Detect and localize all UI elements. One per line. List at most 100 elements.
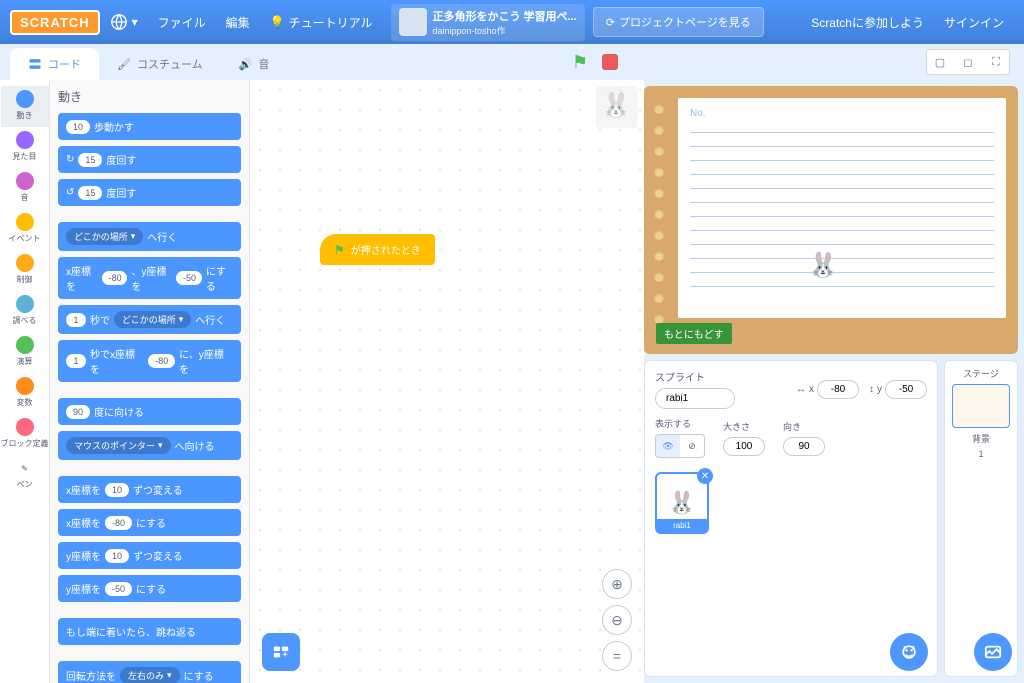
file-menu[interactable]: ファイル: [148, 0, 216, 44]
size-input[interactable]: [723, 437, 765, 456]
block-change-y[interactable]: y座標を10ずつ変える: [58, 542, 241, 569]
extension-button[interactable]: [262, 633, 300, 671]
category-sensing[interactable]: 調べる: [1, 291, 49, 332]
tutorials-menu[interactable]: 💡 チュートリアル: [260, 0, 383, 44]
sound-icon: 🔊: [239, 58, 253, 71]
block-turn-cw[interactable]: ↻15度回す: [58, 146, 241, 173]
category-looks[interactable]: 見た目: [1, 127, 49, 168]
category-myblocks[interactable]: ブロック定義: [1, 414, 49, 455]
lightbulb-icon: 💡: [270, 15, 285, 29]
block-palette: 動き 10歩動かす ↻15度回す ↺15度回す どこかの場所 ▾へ行く x座標を…: [50, 80, 250, 683]
zoom-in-button[interactable]: ⊕: [602, 569, 632, 599]
hide-button[interactable]: ⊘: [680, 435, 704, 457]
direction-label: 向き: [783, 420, 801, 433]
x-coord: ↔ x: [796, 380, 859, 399]
cw-icon: ↻: [66, 154, 74, 165]
paper-no-label: No.: [690, 108, 994, 119]
remix-icon: ⟳: [606, 16, 615, 29]
add-backdrop-button[interactable]: [974, 633, 1012, 671]
block-set-x[interactable]: x座標を-80にする: [58, 509, 241, 536]
palette-header: 動き: [58, 88, 241, 105]
category-sound[interactable]: 音: [1, 168, 49, 209]
scratch-logo[interactable]: SCRATCH: [10, 10, 100, 35]
stage-thumbnail[interactable]: [952, 384, 1010, 428]
brush-icon: 🖌: [117, 58, 131, 71]
block-goto[interactable]: どこかの場所 ▾へ行く: [58, 222, 241, 251]
size-label: 大きさ: [723, 420, 750, 433]
stage-label: ステージ: [963, 367, 999, 380]
stage-large-button[interactable]: ◻: [955, 50, 981, 74]
project-title-text: 正多角形をかこう 学習用ペ...: [433, 8, 577, 24]
block-goto-xy[interactable]: x座標を-80、y座標を-50にする: [58, 257, 241, 299]
block-move-steps[interactable]: 10歩動かす: [58, 113, 241, 140]
category-pen[interactable]: ✎ペン: [1, 455, 49, 496]
category-control[interactable]: 制御: [1, 250, 49, 291]
category-motion[interactable]: 動き: [1, 86, 49, 127]
sprite-list: ✕ 🐰 rabi1: [655, 466, 927, 668]
stage-pane: ステージ 背景 1: [944, 360, 1018, 677]
tab-code[interactable]: コード: [10, 48, 99, 80]
direction-input[interactable]: [783, 437, 825, 456]
block-glide-to[interactable]: 1秒でどこかの場所 ▾へ行く: [58, 305, 241, 334]
y-input[interactable]: [885, 380, 927, 399]
reset-button[interactable]: もとにもどす: [656, 323, 732, 344]
join-button[interactable]: Scratchに参加しよう: [801, 0, 934, 44]
stop-button[interactable]: [602, 54, 618, 70]
block-glide-xy[interactable]: 1秒でx座標を-80に、y座標を: [58, 340, 241, 382]
signin-button[interactable]: サインイン: [934, 0, 1014, 44]
green-flag-button[interactable]: ⚑: [572, 52, 588, 73]
dropdown-icon: ▾: [132, 15, 138, 29]
block-bounce[interactable]: もし端に着いたら、跳ね返る: [58, 618, 241, 645]
edit-menu[interactable]: 編集: [216, 0, 260, 44]
script-workspace[interactable]: ⚑ が押されたとき ⊕ ⊖ =: [250, 80, 644, 683]
zoom-reset-button[interactable]: =: [602, 641, 632, 671]
tab-sounds[interactable]: 🔊 音: [221, 48, 288, 80]
language-menu[interactable]: ▾: [100, 0, 148, 44]
block-point-towards[interactable]: マウスのポインター ▾へ向ける: [58, 431, 241, 460]
block-change-x[interactable]: x座標を10ずつ変える: [58, 476, 241, 503]
project-title: 正多角形をかこう 学習用ペ... dainippon-tosho作: [391, 4, 585, 41]
sprite-card-label: rabi1: [657, 519, 707, 532]
backdrops-label: 背景: [972, 432, 990, 445]
sprite-label: スプライト: [655, 369, 705, 384]
block-set-y[interactable]: y座標を-50にする: [58, 575, 241, 602]
block-turn-ccw[interactable]: ↺15度回す: [58, 179, 241, 206]
category-variables[interactable]: 変数: [1, 373, 49, 414]
y-coord: ↕ y: [869, 380, 927, 399]
stage-small-button[interactable]: ▢: [927, 50, 953, 74]
category-events[interactable]: イベント: [1, 209, 49, 250]
backdrop-count: 1: [978, 449, 983, 459]
add-sprite-button[interactable]: [890, 633, 928, 671]
project-author: dainippon-tosho作: [433, 24, 577, 37]
sprite-card[interactable]: ✕ 🐰 rabi1: [655, 472, 709, 534]
stage-size-controls: ▢ ◻ ⛶: [926, 49, 1010, 75]
stage-sprite[interactable]: [808, 248, 840, 280]
zoom-controls: ⊕ ⊖ =: [602, 569, 632, 671]
main-area: 動き 見た目 音 イベント 制御 調べる 演算 変数 ブロック定義 ✎ペン 動き…: [0, 80, 1024, 683]
delete-sprite-button[interactable]: ✕: [697, 468, 713, 484]
right-pane: No. もとにもどす スプライト ↔ x ↕ y: [644, 80, 1024, 683]
see-project-page-button[interactable]: ⟳ プロジェクトページを見る: [593, 7, 764, 37]
block-rotation-style[interactable]: 回転方法を左右のみ ▾にする: [58, 661, 241, 683]
sprite-name-input[interactable]: [655, 388, 735, 409]
workspace-block-when-flag[interactable]: ⚑ が押されたとき: [320, 234, 435, 265]
project-avatar: [399, 8, 427, 36]
show-label: 表示する: [655, 417, 691, 430]
tabs-row: コード 🖌 コスチューム 🔊 音 ⚑ ▢ ◻ ⛶: [0, 44, 1024, 80]
stage-paper: No.: [678, 98, 1006, 318]
tab-costumes[interactable]: 🖌 コスチューム: [99, 48, 221, 80]
block-point-direction[interactable]: 90度に向ける: [58, 398, 241, 425]
zoom-out-button[interactable]: ⊖: [602, 605, 632, 635]
ccw-icon: ↺: [66, 187, 74, 198]
category-operators[interactable]: 演算: [1, 332, 49, 373]
sprite-info-panel: スプライト ↔ x ↕ y 表示する 👁 ⊘ 大きさ: [644, 360, 938, 677]
x-input[interactable]: [817, 380, 859, 399]
menu-bar: SCRATCH ▾ ファイル 編集 💡 チュートリアル 正多角形をかこう 学習用…: [0, 0, 1024, 44]
stage-full-button[interactable]: ⛶: [983, 50, 1009, 74]
flag-icon: ⚑: [334, 243, 345, 257]
category-column: 動き 見た目 音 イベント 制御 調べる 演算 変数 ブロック定義 ✎ペン: [0, 80, 50, 683]
stage[interactable]: No. もとにもどす: [644, 86, 1018, 354]
show-button[interactable]: 👁: [656, 435, 680, 457]
sprite-watermark: [596, 86, 638, 128]
notebook-holes: [654, 104, 664, 324]
